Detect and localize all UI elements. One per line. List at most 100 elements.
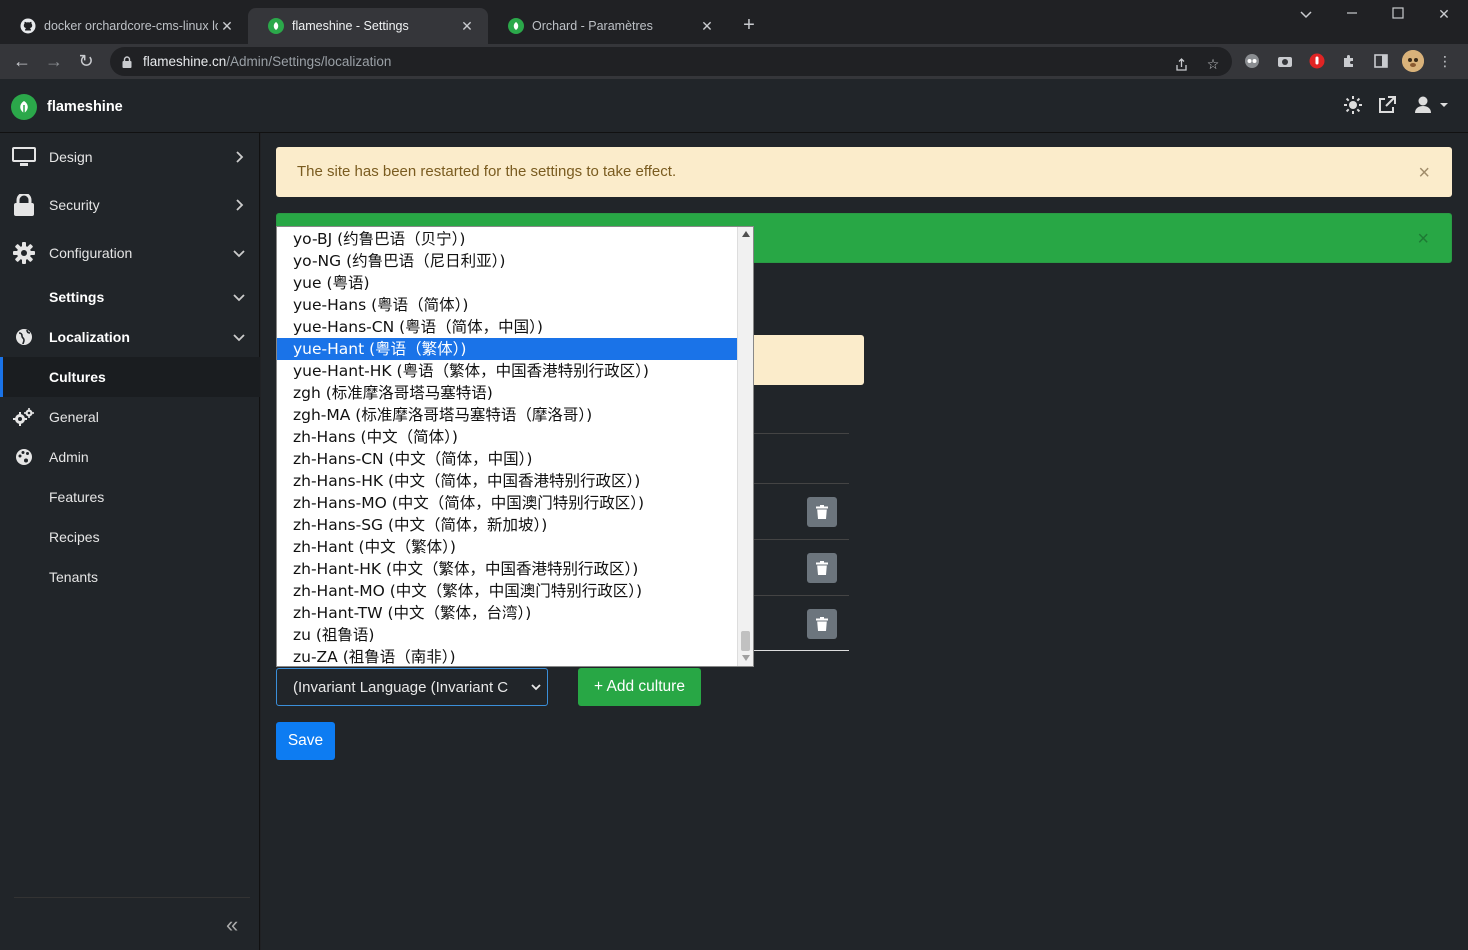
- close-tab-icon[interactable]: ✕: [458, 18, 476, 35]
- delete-culture-button[interactable]: [807, 497, 837, 527]
- scroll-up-arrow-icon[interactable]: [742, 231, 750, 237]
- bookmark-star-icon[interactable]: ☆: [1204, 55, 1222, 73]
- dropdown-option[interactable]: zh-Hans-HK (中文（简体，中国香港特别行政区）): [277, 470, 738, 492]
- close-alert-icon[interactable]: ×: [1417, 228, 1429, 251]
- sidebar-item-general[interactable]: General: [0, 397, 260, 437]
- dropdown-option[interactable]: zh-Hant-TW (中文（繁体，台湾）): [277, 602, 738, 624]
- browser-menu-icon[interactable]: ⋮: [1436, 52, 1454, 70]
- cogs-icon: [12, 405, 36, 429]
- close-tab-icon[interactable]: ✕: [218, 18, 236, 35]
- dropdown-scrollbar[interactable]: [737, 227, 753, 666]
- dropdown-option[interactable]: zh-Hans (中文（简体）): [277, 426, 738, 448]
- palette-icon: [12, 445, 36, 469]
- close-window-icon[interactable]: ✕: [1434, 6, 1454, 23]
- dropdown-option[interactable]: zh-Hant (中文（繁体）): [277, 536, 738, 558]
- sidebar-item-label: Configuration: [49, 245, 133, 261]
- maximize-icon[interactable]: [1388, 6, 1408, 22]
- new-tab-icon[interactable]: +: [738, 14, 760, 36]
- browser-tab-github[interactable]: docker orchardcore-cms-linux lo ✕: [0, 8, 248, 44]
- sidebar-item-label: Settings: [49, 289, 105, 305]
- screenshot-camera-icon[interactable]: [1276, 52, 1294, 70]
- dropdown-option[interactable]: yue-Hans (粤语（简体）): [277, 294, 738, 316]
- chevron-down-icon: [233, 250, 245, 258]
- sidebar-item-label: Security: [49, 197, 100, 213]
- sidebar-item-settings[interactable]: Settings: [0, 277, 260, 317]
- add-culture-button[interactable]: + Add culture: [578, 668, 701, 706]
- minimize-icon[interactable]: [1342, 6, 1362, 22]
- sidebar-divider: [14, 897, 250, 898]
- restart-alert: The site has been restarted for the sett…: [276, 147, 1452, 197]
- close-alert-icon[interactable]: ×: [1418, 162, 1430, 185]
- dropdown-option[interactable]: yo-NG (约鲁巴语（尼日利亚）): [277, 250, 738, 272]
- table-divider: [753, 595, 849, 596]
- dropdown-option[interactable]: yue-Hant-HK (粤语（繁体，中国香港特别行政区）): [277, 360, 738, 382]
- sidebar-item-security[interactable]: Security: [0, 181, 260, 229]
- lock-icon: [122, 55, 132, 68]
- sidebar-item-configuration[interactable]: Configuration: [0, 229, 260, 277]
- share-icon[interactable]: [1172, 55, 1190, 73]
- dropdown-option[interactable]: yo-BJ (约鲁巴语（贝宁）): [277, 228, 738, 250]
- extension-owl-icon[interactable]: [1243, 52, 1261, 70]
- dropdown-option[interactable]: zgh-MA (标准摩洛哥塔马塞特语（摩洛哥）): [277, 404, 738, 426]
- url-text: flameshine.cn/Admin/Settings/localizatio…: [143, 54, 391, 69]
- browser-tab-flameshine[interactable]: flameshine - Settings ✕: [248, 8, 488, 44]
- dropdown-option[interactable]: yue-Hant (粤语（繁体）): [277, 338, 738, 360]
- table-divider: [753, 650, 849, 651]
- forward-icon[interactable]: →: [42, 50, 66, 74]
- sidebar-item-design[interactable]: Design: [0, 133, 260, 181]
- reload-icon[interactable]: ↻: [74, 50, 98, 74]
- address-bar[interactable]: flameshine.cn/Admin/Settings/localizatio…: [110, 47, 1232, 76]
- dropdown-option[interactable]: yue (粤语): [277, 272, 738, 294]
- lock-icon: [12, 193, 36, 217]
- sidebar-item-label: Admin: [49, 449, 89, 465]
- dropdown-option[interactable]: zh-Hant-HK (中文（繁体，中国香港特别行政区）): [277, 558, 738, 580]
- sidebar-item-features[interactable]: Features: [0, 477, 260, 517]
- scroll-down-arrow-icon[interactable]: [742, 655, 750, 661]
- extension-red-icon[interactable]: [1308, 52, 1326, 70]
- globe-icon: [12, 325, 36, 349]
- profile-avatar[interactable]: [1402, 50, 1424, 72]
- dropdown-option[interactable]: zh-Hans-CN (中文（简体，中国）): [277, 448, 738, 470]
- dropdown-option[interactable]: zgh (标准摩洛哥塔马塞特语): [277, 382, 738, 404]
- collapse-sidebar-icon[interactable]: «: [226, 914, 248, 937]
- extensions-puzzle-icon[interactable]: [1340, 52, 1358, 70]
- delete-culture-button[interactable]: [807, 609, 837, 639]
- scrollbar-thumb[interactable]: [741, 631, 750, 651]
- table-divider: [753, 539, 849, 540]
- user-menu-icon[interactable]: [1414, 96, 1454, 116]
- orchard-logo-icon: [268, 18, 284, 34]
- external-link-icon[interactable]: [1377, 96, 1397, 116]
- trash-icon: [816, 505, 828, 519]
- save-button[interactable]: Save: [276, 722, 335, 760]
- sidebar-item-cultures[interactable]: Cultures: [0, 357, 260, 397]
- browser-tab-orchard[interactable]: Orchard - Paramètres ✕: [488, 8, 728, 44]
- culture-select[interactable]: (Invariant Language (Invariant C: [276, 668, 548, 706]
- dropdown-option[interactable]: zu-ZA (祖鲁语（南非）): [277, 646, 738, 666]
- dropdown-option[interactable]: yue-Hans-CN (粤语（简体，中国）): [277, 316, 738, 338]
- culture-select-value: (Invariant Language (Invariant C: [293, 679, 509, 696]
- info-note: [750, 335, 864, 385]
- close-tab-icon[interactable]: ✕: [698, 18, 716, 35]
- dropdown-option[interactable]: zu (祖鲁语): [277, 624, 738, 646]
- culture-dropdown-list[interactable]: yo-BJ (约鲁巴语（贝宁）) yo-NG (约鲁巴语（尼日利亚）) yue (粤…: [276, 226, 754, 667]
- trash-icon: [816, 617, 828, 631]
- sidebar-item-recipes[interactable]: Recipes: [0, 517, 260, 557]
- sidebar-item-admin[interactable]: Admin: [0, 437, 260, 477]
- orchard-logo-icon: [508, 18, 524, 34]
- delete-culture-button[interactable]: [807, 553, 837, 583]
- dropdown-option[interactable]: zh-Hant-MO (中文（繁体，中国澳门特别行政区）): [277, 580, 738, 602]
- brand[interactable]: flameshine: [11, 94, 123, 120]
- dropdown-option[interactable]: zh-Hans-MO (中文（简体，中国澳门特别行政区）): [277, 492, 738, 514]
- tab-search-icon[interactable]: [1296, 6, 1316, 22]
- side-panel-icon[interactable]: [1372, 52, 1390, 70]
- sidebar-item-label: Localization: [49, 329, 130, 345]
- sidebar-item-localization[interactable]: Localization: [0, 317, 260, 357]
- back-icon[interactable]: ←: [10, 50, 34, 74]
- orchard-logo-icon: [11, 94, 37, 120]
- sidebar-item-label: Cultures: [49, 369, 106, 385]
- sidebar-item-tenants[interactable]: Tenants: [0, 557, 260, 597]
- dropdown-option[interactable]: zh-Hans-SG (中文（简体，新加坡）): [277, 514, 738, 536]
- theme-toggle-sun-icon[interactable]: [1343, 96, 1363, 116]
- chevron-right-icon: [236, 199, 244, 211]
- app-header: flameshine: [0, 79, 1468, 133]
